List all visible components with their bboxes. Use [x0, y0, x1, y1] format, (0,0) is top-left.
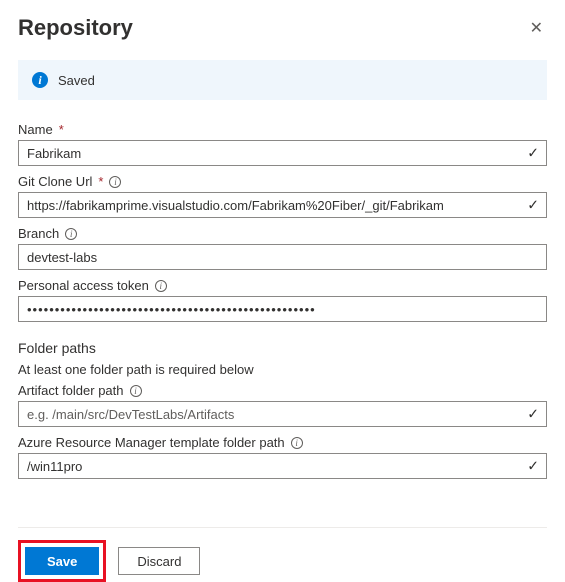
help-icon[interactable]: i [130, 385, 142, 397]
git-clone-url-label: Git Clone Url * i [18, 174, 547, 189]
page-title: Repository [18, 15, 133, 41]
artifact-path-input[interactable]: e.g. /main/src/DevTestLabs/Artifacts [18, 401, 547, 427]
branch-label: Branch i [18, 226, 547, 241]
check-icon: ✓ [527, 145, 539, 162]
info-icon: i [32, 72, 48, 88]
save-highlight: Save [18, 540, 106, 582]
artifact-path-label: Artifact folder path i [18, 383, 547, 398]
save-button[interactable]: Save [25, 547, 99, 575]
check-icon: ✓ [527, 197, 539, 214]
pat-input[interactable]: ••••••••••••••••••••••••••••••••••••••••… [18, 296, 547, 322]
name-input[interactable]: Fabrikam [18, 140, 547, 166]
pat-label: Personal access token i [18, 278, 547, 293]
footer-divider [18, 527, 547, 528]
help-icon[interactable]: i [65, 228, 77, 240]
arm-path-label: Azure Resource Manager template folder p… [18, 435, 547, 450]
folder-paths-title: Folder paths [18, 340, 547, 356]
check-icon: ✓ [527, 458, 539, 475]
name-label: Name * [18, 122, 547, 137]
help-icon[interactable]: i [155, 280, 167, 292]
check-icon: ✓ [527, 406, 539, 423]
discard-button[interactable]: Discard [118, 547, 200, 575]
status-text: Saved [58, 73, 95, 88]
close-icon[interactable]: ✕ [526, 14, 547, 42]
branch-input[interactable]: devtest-labs [18, 244, 547, 270]
status-banner: i Saved [18, 60, 547, 100]
required-indicator: * [98, 174, 103, 189]
git-clone-url-input[interactable]: https://fabrikamprime.visualstudio.com/F… [18, 192, 547, 218]
help-icon[interactable]: i [109, 176, 121, 188]
arm-path-input[interactable]: /win11pro [18, 453, 547, 479]
required-indicator: * [59, 122, 64, 137]
help-icon[interactable]: i [291, 437, 303, 449]
folder-paths-subtitle: At least one folder path is required bel… [18, 362, 547, 377]
